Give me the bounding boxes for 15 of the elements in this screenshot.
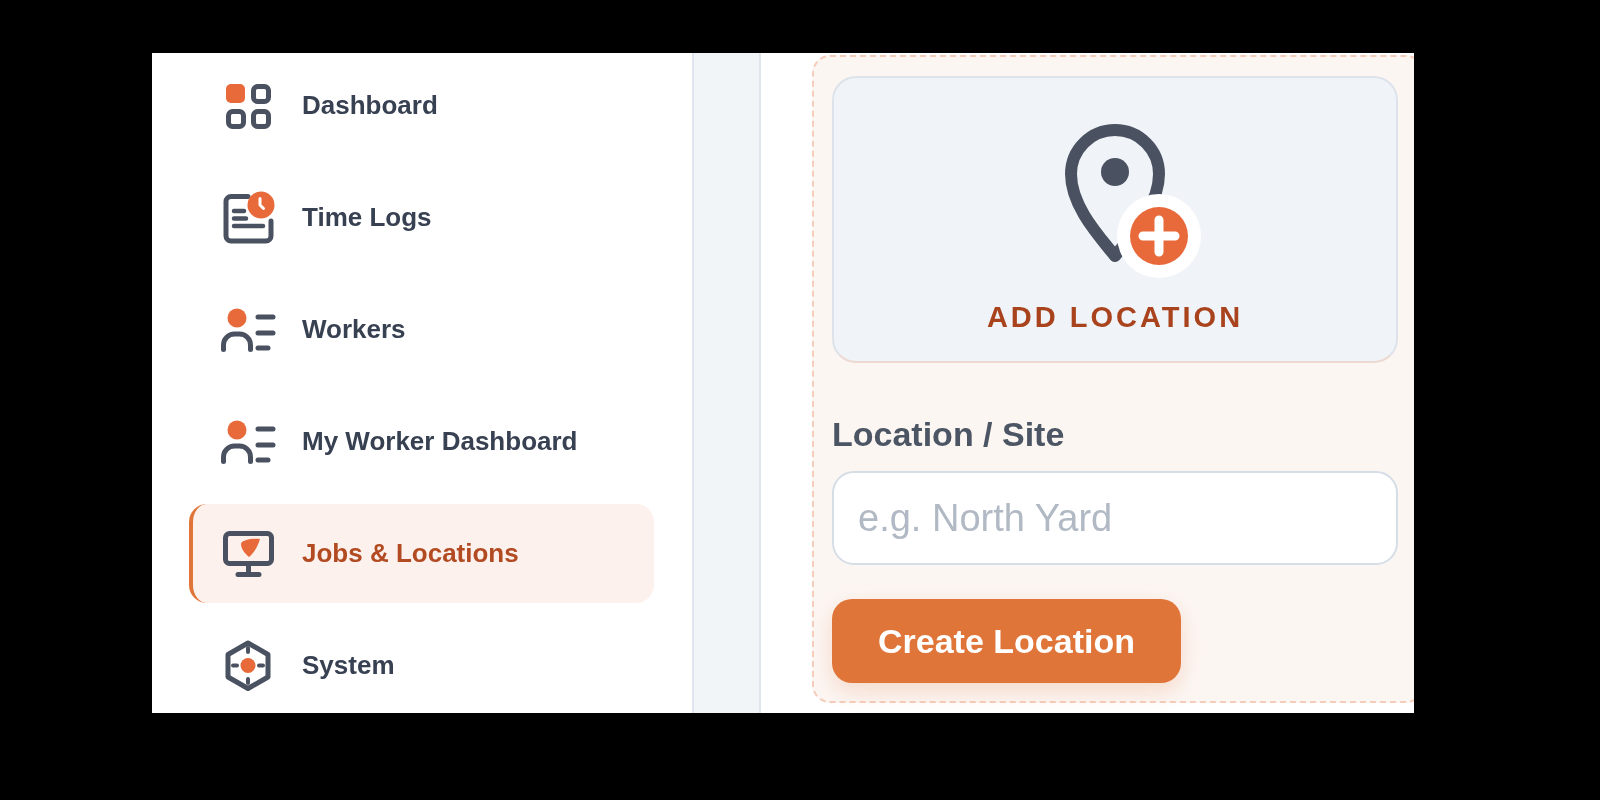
add-location-tile[interactable]: ADD LOCATION (832, 76, 1398, 363)
sidebar-item[interactable]: My Worker Dashboard (189, 392, 654, 491)
monitor-icon (222, 530, 274, 577)
location-input[interactable]: e.g. North Yard (832, 471, 1398, 565)
sidebar-item[interactable]: System (189, 616, 654, 713)
sidebar-item[interactable]: Jobs & Locations (189, 504, 654, 603)
grid-icon (225, 82, 271, 129)
person-list-icon (220, 307, 276, 352)
field-label: Location / Site (832, 414, 1065, 454)
sidebar-item[interactable]: Time Logs (189, 168, 654, 267)
person-list-icon (220, 419, 276, 464)
document-clock-icon (221, 191, 275, 244)
sidebar-item[interactable]: Workers (189, 280, 654, 379)
hexagon-icon (225, 640, 271, 691)
sidebar-item[interactable]: Dashboard (189, 56, 654, 155)
